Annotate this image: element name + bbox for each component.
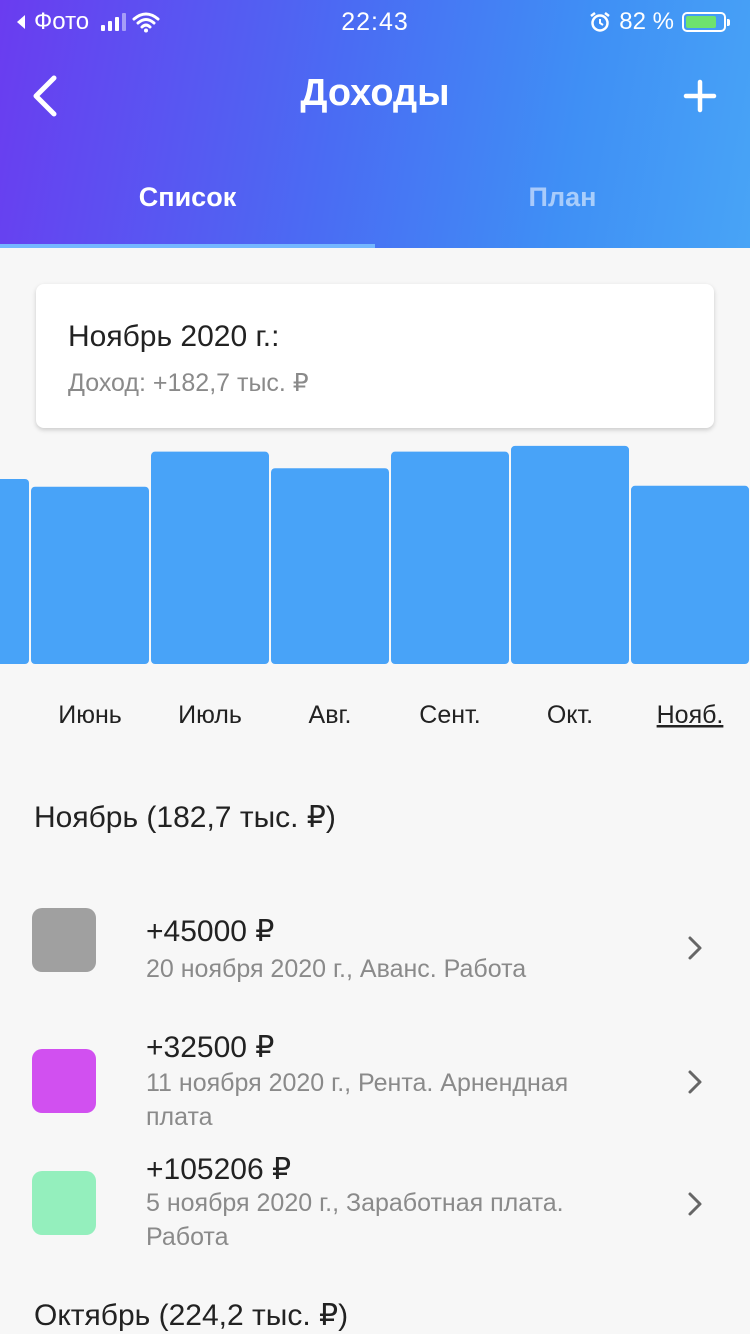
segment-tabs: Список План xyxy=(0,170,750,248)
battery-icon xyxy=(682,12,730,32)
bar-Сент.[interactable] xyxy=(391,451,509,664)
chevron-right-icon xyxy=(688,1192,702,1216)
plus-icon[interactable] xyxy=(674,70,726,122)
status-right: 82 % xyxy=(589,8,730,36)
chevron-right-icon xyxy=(688,1070,702,1094)
month-heading-november: Ноябрь (182,7 тыс. ₽) xyxy=(34,801,336,834)
bar-Май[interactable] xyxy=(0,478,29,664)
summary-title: Ноябрь 2020 г.: xyxy=(68,320,280,353)
app-header: Фото 22:43 82 % Доходы Список План xyxy=(0,0,750,248)
transaction-description: 5 ноября 2020 г., Заработная плата. Рабо… xyxy=(146,1189,564,1251)
tab-indicator xyxy=(0,244,375,248)
x-tick-label[interactable]: Июль xyxy=(178,701,242,729)
transaction-row[interactable]: +45000 ₽ 20 ноября 2020 г., Аванс. Работ… xyxy=(0,900,750,1000)
transaction-description: 20 ноября 2020 г., Аванс. Работа xyxy=(146,955,527,983)
bar-Окт.[interactable] xyxy=(511,445,629,664)
bar-Июнь[interactable] xyxy=(31,486,149,664)
category-color-swatch xyxy=(32,908,96,972)
category-color-swatch xyxy=(32,1171,96,1235)
x-tick-label[interactable]: Окт. xyxy=(547,701,593,729)
battery-percent: 82 % xyxy=(619,8,674,35)
income-bar-chart[interactable]: Июнь Июль Авг. Сент. Окт. Нояб. xyxy=(0,440,750,760)
bar-Нояб.[interactable] xyxy=(631,485,749,664)
page-title: Доходы xyxy=(300,72,450,114)
transaction-description: 11 ноября 2020 г., Рента. Арнендная плат… xyxy=(146,1069,569,1131)
x-tick-label[interactable]: Нояб. xyxy=(657,701,724,729)
month-heading-october: Октябрь (224,2 тыс. ₽) xyxy=(34,1299,349,1332)
transaction-amount: +32500 ₽ xyxy=(146,1031,275,1064)
alarm-clock-icon xyxy=(590,12,611,32)
x-tick-label[interactable]: Авг. xyxy=(309,701,352,729)
chevron-right-icon xyxy=(688,936,702,960)
category-color-swatch xyxy=(32,1049,96,1113)
transaction-amount: +45000 ₽ xyxy=(146,915,275,948)
transaction-amount: +105206 ₽ xyxy=(146,1153,292,1186)
transaction-row[interactable]: +105206 ₽ 5 ноября 2020 г., Заработная п… xyxy=(0,1152,750,1262)
bar-Июль[interactable] xyxy=(151,451,269,664)
bar-Авг.[interactable] xyxy=(271,468,389,664)
month-summary-card: Ноябрь 2020 г.: Доход: +182,7 тыс. ₽ xyxy=(36,284,714,428)
transaction-row[interactable]: +32500 ₽ 11 ноября 2020 г., Рента. Арнен… xyxy=(0,1030,750,1140)
status-bar: Фото 22:43 82 % xyxy=(0,0,750,42)
tab-plan[interactable]: План xyxy=(375,170,750,248)
x-tick-label[interactable]: Июнь xyxy=(58,701,122,729)
summary-income: Доход: +182,7 тыс. ₽ xyxy=(68,369,309,397)
x-tick-label[interactable]: Сент. xyxy=(419,701,480,729)
tab-list[interactable]: Список xyxy=(0,170,375,248)
